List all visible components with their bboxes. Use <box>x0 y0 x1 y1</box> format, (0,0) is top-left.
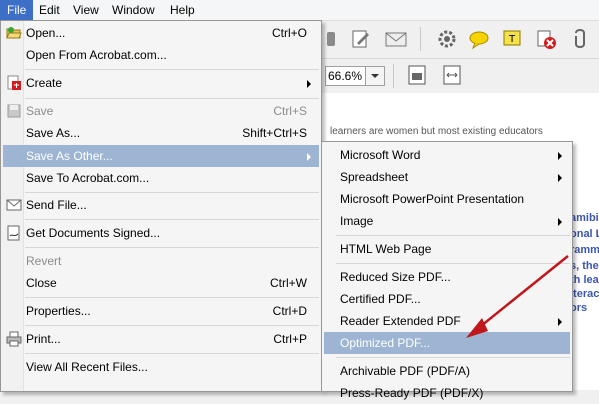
annotation-arrow-icon <box>466 255 569 338</box>
